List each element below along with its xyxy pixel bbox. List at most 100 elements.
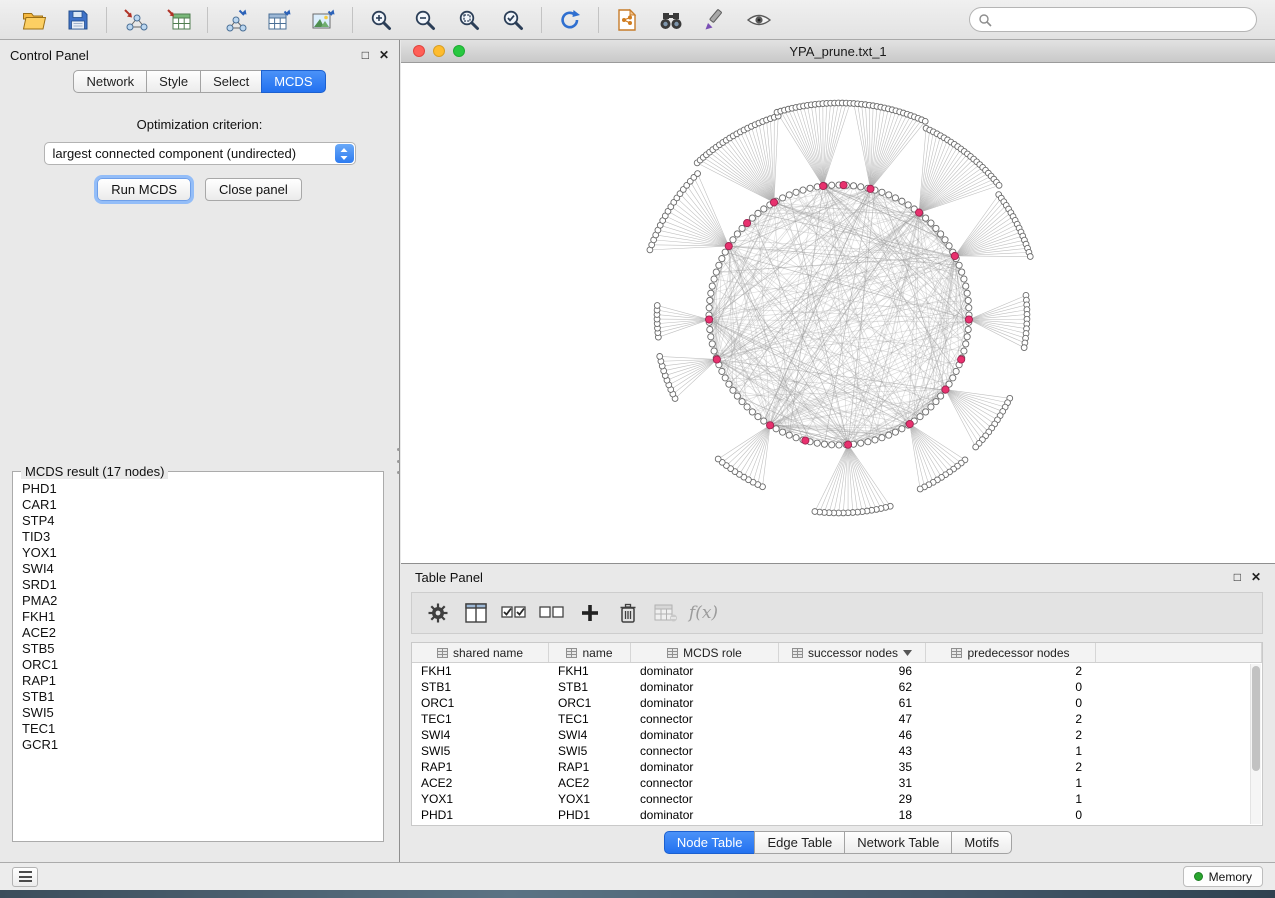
mcds-result-item[interactable]: PMA2 (22, 593, 383, 609)
column-header-mcds-role[interactable]: MCDS role (631, 643, 779, 662)
search-input[interactable] (998, 12, 1248, 28)
mcds-result-item[interactable]: CAR1 (22, 497, 383, 513)
mcds-result-item[interactable]: TEC1 (22, 721, 383, 737)
table-row[interactable]: YOX1YOX1connector291 (412, 791, 1262, 807)
add-column-button[interactable] (574, 597, 605, 629)
table-cell: dominator (631, 760, 779, 774)
export-table-button[interactable] (262, 5, 298, 35)
network-graph[interactable] (401, 63, 1274, 563)
table-row[interactable]: STB1STB1dominator620 (412, 679, 1262, 695)
tab-node-table[interactable]: Node Table (664, 831, 756, 854)
close-window-button[interactable] (413, 45, 425, 57)
network-canvas[interactable] (401, 63, 1275, 563)
run-mcds-button[interactable]: Run MCDS (97, 178, 191, 201)
table-settings-button[interactable] (422, 597, 453, 629)
mcds-result-item[interactable]: PHD1 (22, 481, 383, 497)
table-row[interactable]: SWI4SWI4dominator462 (412, 727, 1262, 743)
close-table-panel-button[interactable]: ✕ (1251, 571, 1261, 583)
mcds-result-fieldset: MCDS result (17 nodes) PHD1CAR1STP4TID3Y… (12, 464, 384, 842)
mcds-result-item[interactable]: RAP1 (22, 673, 383, 689)
mcds-result-item[interactable]: STB1 (22, 689, 383, 705)
tab-style[interactable]: Style (146, 70, 201, 93)
table-cell: 1 (926, 776, 1096, 790)
mcds-result-item[interactable]: FKH1 (22, 609, 383, 625)
tab-select[interactable]: Select (200, 70, 262, 93)
table-row[interactable]: TEC1TEC1connector472 (412, 711, 1262, 727)
mcds-result-item[interactable]: ACE2 (22, 625, 383, 641)
table-row[interactable]: ORC1ORC1dominator610 (412, 695, 1262, 711)
control-panel-titlebar: Control Panel □ ✕ (0, 40, 399, 70)
export-network-button[interactable] (218, 5, 254, 35)
table-cell: 1 (926, 792, 1096, 806)
zoom-out-button[interactable] (407, 5, 443, 35)
control-panel: Control Panel □ ✕ Network Style Select M… (0, 40, 400, 862)
zoom-in-button[interactable] (363, 5, 399, 35)
apply-layout-button[interactable] (552, 5, 588, 35)
mcds-result-item[interactable]: YOX1 (22, 545, 383, 561)
table-cell: ACE2 (549, 776, 631, 790)
table-row[interactable]: FKH1FKH1dominator962 (412, 663, 1262, 679)
float-panel-button[interactable]: □ (362, 49, 369, 61)
show-columns-button[interactable] (460, 597, 491, 629)
save-floppy-icon (67, 9, 89, 31)
delete-column-button[interactable] (612, 597, 643, 629)
open-file-button[interactable] (16, 5, 52, 35)
table-cell: SWI5 (549, 744, 631, 758)
mcds-result-item[interactable]: STP4 (22, 513, 383, 529)
column-type-icon (667, 648, 678, 658)
search-network-button[interactable] (653, 5, 689, 35)
criterion-select[interactable]: largest connected component (undirected) (44, 142, 356, 165)
tab-mcds[interactable]: MCDS (261, 70, 325, 93)
mcds-result-item[interactable]: SRD1 (22, 577, 383, 593)
table-cell: RAP1 (549, 760, 631, 774)
select-all-button[interactable] (498, 597, 529, 629)
close-panel-button[interactable]: ✕ (379, 49, 389, 61)
save-session-button[interactable] (60, 5, 96, 35)
zoom-selected-button[interactable] (495, 5, 531, 35)
minimize-window-button[interactable] (433, 45, 445, 57)
table-row[interactable]: PHD1PHD1dominator180 (412, 807, 1262, 823)
mcds-result-item[interactable]: STB5 (22, 641, 383, 657)
mcds-result-item[interactable]: TID3 (22, 529, 383, 545)
status-menu-button[interactable] (12, 867, 38, 887)
tab-edge-table[interactable]: Edge Table (754, 831, 845, 854)
fx-icon: f(x) (689, 603, 718, 623)
show-hide-button[interactable] (741, 5, 777, 35)
mcds-result-item[interactable]: SWI4 (22, 561, 383, 577)
export-image-button[interactable] (306, 5, 342, 35)
tab-motifs[interactable]: Motifs (951, 831, 1012, 854)
column-type-icon (437, 648, 448, 658)
toolbar-separator (352, 7, 353, 33)
network-document-button[interactable] (609, 5, 645, 35)
deselect-all-button[interactable] (536, 597, 567, 629)
table-row[interactable]: SWI5SWI5connector431 (412, 743, 1262, 759)
table-row[interactable]: RAP1RAP1dominator352 (412, 759, 1262, 775)
table-scrollbar[interactable] (1250, 664, 1261, 824)
import-table-button[interactable] (161, 5, 197, 35)
style-wand-button[interactable] (697, 5, 733, 35)
memory-button[interactable]: Memory (1183, 866, 1263, 887)
float-table-panel-button[interactable]: □ (1234, 571, 1241, 583)
table-cell: 96 (779, 664, 926, 678)
close-panel-button-2[interactable]: Close panel (205, 178, 302, 201)
mcds-result-item[interactable]: ORC1 (22, 657, 383, 673)
mcds-result-item[interactable]: GCR1 (22, 737, 383, 753)
tab-network-table[interactable]: Network Table (844, 831, 952, 854)
mcds-result-item[interactable]: SWI5 (22, 705, 383, 721)
network-window-titlebar[interactable]: YPA_prune.txt_1 (401, 40, 1275, 63)
column-header-successor-nodes[interactable]: successor nodes (779, 643, 926, 662)
import-network-button[interactable] (117, 5, 153, 35)
table-row[interactable]: ACE2ACE2connector311 (412, 775, 1262, 791)
table-cell: RAP1 (412, 760, 549, 774)
zoom-out-icon (413, 8, 437, 32)
table-cell: 2 (926, 728, 1096, 742)
zoom-fit-button[interactable] (451, 5, 487, 35)
refresh-group (544, 5, 596, 35)
column-header-shared-name[interactable]: shared name (412, 643, 549, 662)
column-header-name[interactable]: name (549, 643, 631, 662)
maximize-window-button[interactable] (453, 45, 465, 57)
tab-network[interactable]: Network (73, 70, 147, 93)
table-scrollbar-thumb[interactable] (1252, 666, 1260, 771)
global-search-box[interactable] (969, 7, 1257, 32)
column-header-predecessor-nodes[interactable]: predecessor nodes (926, 643, 1096, 662)
